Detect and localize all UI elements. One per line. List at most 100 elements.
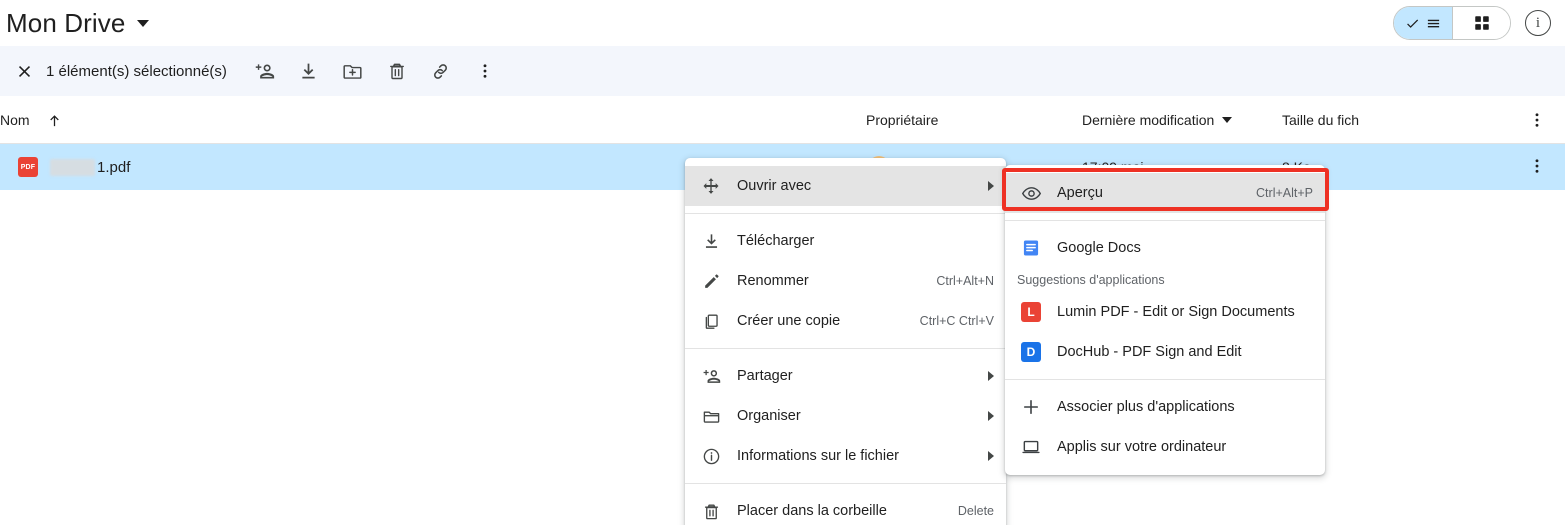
menu-item-share-label: Partager <box>737 368 793 384</box>
menu-item-download[interactable]: Télécharger <box>685 221 1006 261</box>
list-view-button[interactable] <box>1394 7 1452 39</box>
file-name-label: 1.pdf <box>97 158 131 176</box>
submenu-item-preview-shortcut: Ctrl+Alt+P <box>1256 186 1313 200</box>
lumin-pdf-glyph: L <box>1021 302 1041 322</box>
submenu-item-dochub-label: DocHub - PDF Sign and Edit <box>1057 344 1242 360</box>
move-to-folder-button[interactable] <box>335 53 371 89</box>
more-actions-button[interactable] <box>467 53 503 89</box>
google-docs-icon <box>1005 238 1057 258</box>
check-icon <box>1406 19 1418 28</box>
selection-bar: 1 élément(s) sélectionné(s) <box>0 46 1565 96</box>
selection-actions <box>247 53 503 89</box>
column-header-modified[interactable]: Dernière modification <box>1082 96 1233 144</box>
link-icon <box>434 63 448 79</box>
eye-icon <box>1005 183 1057 204</box>
more-vertical-icon <box>483 64 487 78</box>
submenu-item-preview-label: Aperçu <box>1057 185 1103 201</box>
view-toggle <box>1393 6 1511 40</box>
menu-item-download-label: Télécharger <box>737 233 815 249</box>
submenu-arrow-icon <box>988 451 994 461</box>
dochub-icon: D <box>1005 342 1057 362</box>
menu-separator <box>685 348 1006 349</box>
person-add-icon <box>685 367 737 386</box>
download-button[interactable] <box>291 53 327 89</box>
info-icon[interactable]: i <box>1525 10 1551 36</box>
menu-separator <box>1005 379 1325 380</box>
menu-item-move-to-trash-shortcut: Delete <box>957 504 994 518</box>
submenu-arrow-icon <box>988 181 994 191</box>
info-circle-icon <box>685 447 737 466</box>
column-header-row: Nom Propriétaire Dernière modification T… <box>0 96 1565 144</box>
drive-window: Mon Drive i 1 élément(s) sélectionné(s) … <box>0 0 1565 525</box>
submenu-item-dochub[interactable]: D DocHub - PDF Sign and Edit <box>1005 332 1325 372</box>
top-bar: Mon Drive i <box>0 0 1565 46</box>
share-add-person-button[interactable] <box>247 53 283 89</box>
submenu-item-lumin-pdf-label: Lumin PDF - Edit or Sign Documents <box>1057 304 1295 320</box>
suggestions-section-label: Suggestions d'applications <box>1017 273 1165 287</box>
submenu-arrow-icon <box>988 411 994 421</box>
column-header-size[interactable]: Taille du fich <box>1282 96 1359 144</box>
row-options-button[interactable] <box>1528 157 1546 178</box>
column-options-button[interactable] <box>1528 96 1546 144</box>
copy-icon <box>685 312 737 331</box>
menu-item-file-information-label: Informations sur le fichier <box>737 448 899 464</box>
folder-move-icon <box>343 64 362 79</box>
context-menu: Ouvrir avec Télécharger Renommer Ctrl+Al… <box>685 158 1006 525</box>
grid-view-button[interactable] <box>1452 7 1510 39</box>
menu-item-move-to-trash[interactable]: Placer dans la corbeille Delete <box>685 491 1006 525</box>
submenu-item-apps-on-your-computer-label: Applis sur votre ordinateur <box>1057 439 1227 455</box>
delete-button[interactable] <box>379 53 415 89</box>
selection-count-label: 1 élément(s) sélectionné(s) <box>46 62 227 80</box>
computer-icon <box>1005 437 1057 457</box>
menu-item-open-with-label: Ouvrir avec <box>737 178 812 194</box>
list-icon <box>1427 19 1439 27</box>
pencil-icon <box>685 272 737 291</box>
submenu-arrow-icon <box>988 371 994 381</box>
column-header-name[interactable]: Nom <box>0 96 30 144</box>
close-icon[interactable] <box>6 53 42 89</box>
grid-icon <box>1474 16 1489 30</box>
column-header-modified-label: Dernière modification <box>1082 112 1215 128</box>
column-header-owner[interactable]: Propriétaire <box>866 96 938 144</box>
submenu-item-connect-more-apps[interactable]: Associer plus d'applications <box>1005 387 1325 427</box>
lumin-pdf-icon: L <box>1005 302 1057 322</box>
menu-item-organize-label: Organiser <box>737 408 801 424</box>
trash-icon <box>389 63 404 80</box>
submenu-item-apps-on-your-computer[interactable]: Applis sur votre ordinateur <box>1005 427 1325 467</box>
submenu-item-google-docs-label: Google Docs <box>1057 240 1141 256</box>
menu-item-make-copy-shortcut: Ctrl+C Ctrl+V <box>919 314 994 328</box>
plus-icon <box>1005 397 1057 417</box>
menu-item-rename[interactable]: Renommer Ctrl+Alt+N <box>685 261 1006 301</box>
sort-arrow-up-icon[interactable] <box>46 96 63 144</box>
top-bar-actions: i <box>1393 6 1565 40</box>
submenu-item-preview[interactable]: Aperçu Ctrl+Alt+P <box>1005 173 1325 213</box>
download-icon <box>302 63 316 78</box>
close-glyph <box>18 65 30 77</box>
submenu-item-lumin-pdf[interactable]: L Lumin PDF - Edit or Sign Documents <box>1005 292 1325 332</box>
menu-separator <box>1005 220 1325 221</box>
menu-item-organize[interactable]: Organiser <box>685 396 1006 436</box>
menu-item-move-to-trash-label: Placer dans la corbeille <box>737 503 887 519</box>
menu-item-share[interactable]: Partager <box>685 356 1006 396</box>
trash-icon <box>685 502 737 521</box>
menu-item-make-copy[interactable]: Créer une copie Ctrl+C Ctrl+V <box>685 301 1006 341</box>
menu-separator <box>685 213 1006 214</box>
pdf-file-icon: PDF <box>18 157 38 177</box>
arrow-up-glyph <box>50 114 59 126</box>
submenu-item-google-docs[interactable]: Google Docs <box>1005 228 1325 268</box>
chevron-down-icon <box>1222 117 1233 123</box>
more-vertical-icon <box>1535 158 1539 173</box>
chevron-down-icon[interactable] <box>137 19 150 27</box>
file-name-cell[interactable]: 1.pdf <box>50 158 131 176</box>
folder-icon <box>685 407 737 426</box>
menu-item-rename-shortcut: Ctrl+Alt+N <box>936 274 994 288</box>
menu-item-rename-label: Renommer <box>737 273 809 289</box>
submenu-item-connect-more-apps-label: Associer plus d'applications <box>1057 399 1235 415</box>
dochub-glyph: D <box>1021 342 1041 362</box>
menu-separator <box>685 483 1006 484</box>
get-link-button[interactable] <box>423 53 459 89</box>
menu-item-open-with[interactable]: Ouvrir avec <box>685 166 1006 206</box>
open-with-submenu: Aperçu Ctrl+Alt+P Google Docs Suggestion… <box>1005 165 1325 475</box>
menu-item-file-information[interactable]: Informations sur le fichier <box>685 436 1006 476</box>
page-title[interactable]: Mon Drive <box>6 10 125 36</box>
